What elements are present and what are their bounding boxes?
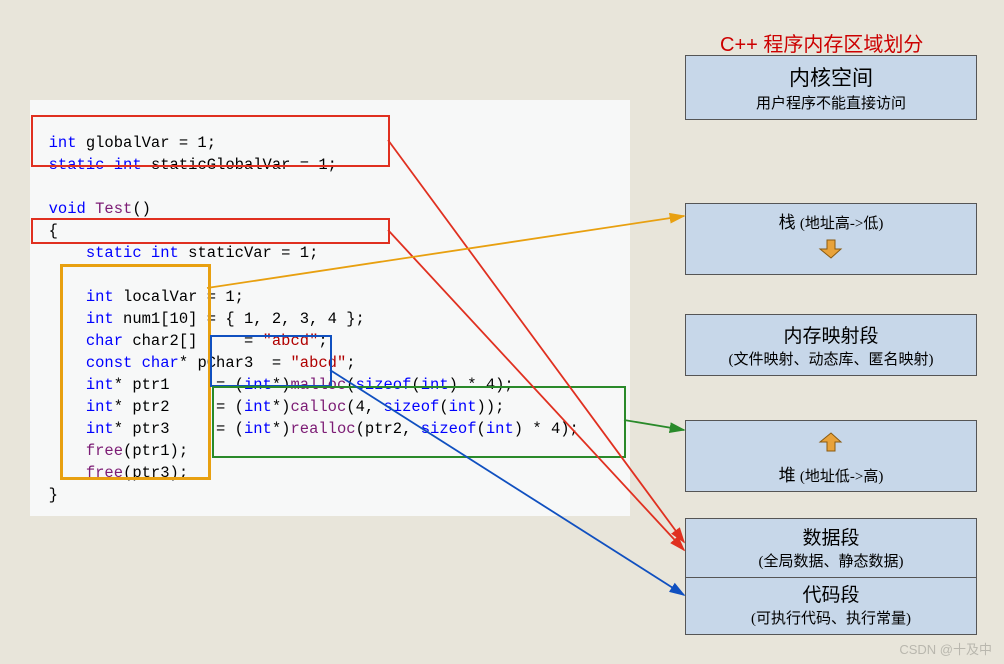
up-arrow-icon — [816, 431, 846, 453]
annotation-green-heap — [212, 386, 626, 458]
heap-box: 堆 (地址低->高) — [685, 420, 977, 492]
kernel-space-box: 内核空间 用户程序不能直接访问 — [685, 55, 977, 120]
annotation-red-staticvar — [31, 218, 390, 244]
annotation-red-globals — [31, 115, 390, 167]
stack-box: 栈 (地址高->低) — [685, 203, 977, 275]
mmap-box: 内存映射段 (文件映射、动态库、匿名映射) — [685, 314, 977, 376]
annotation-blue-literals — [210, 335, 332, 387]
diagram-title: C++ 程序内存区域划分 — [720, 28, 923, 57]
annotation-orange-locals — [60, 264, 211, 480]
down-arrow-icon — [816, 238, 846, 260]
data-code-box: 数据段 (全局数据、静态数据) 代码段 (可执行代码、执行常量) — [685, 518, 977, 635]
watermark: CSDN @十及中 — [899, 639, 992, 658]
